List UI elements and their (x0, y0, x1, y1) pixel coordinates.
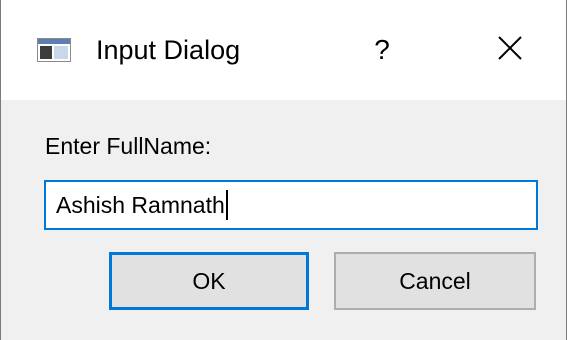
title-bar[interactable]: Input Dialog ? (1, 0, 566, 100)
app-window-icon (37, 38, 71, 62)
input-dialog-window: Input Dialog ? Enter FullName: Ashish Ra… (0, 0, 567, 340)
ok-button[interactable]: OK (109, 252, 309, 310)
fullname-label: Enter FullName: (45, 133, 212, 159)
text-caret (225, 190, 228, 220)
cancel-button[interactable]: Cancel (334, 252, 536, 310)
ok-button-label: OK (192, 267, 226, 294)
fullname-input[interactable]: Ashish Ramnath (44, 180, 538, 230)
dialog-body: Enter FullName: Ashish Ramnath OK Cancel (1, 100, 566, 340)
cancel-button-label: Cancel (399, 267, 471, 294)
fullname-input-value: Ashish Ramnath (56, 191, 225, 218)
window-title: Input Dialog (96, 35, 241, 65)
close-icon (497, 35, 523, 66)
help-label: ? (374, 34, 390, 65)
help-button[interactable]: ? (357, 22, 407, 78)
close-button[interactable] (475, 22, 545, 78)
